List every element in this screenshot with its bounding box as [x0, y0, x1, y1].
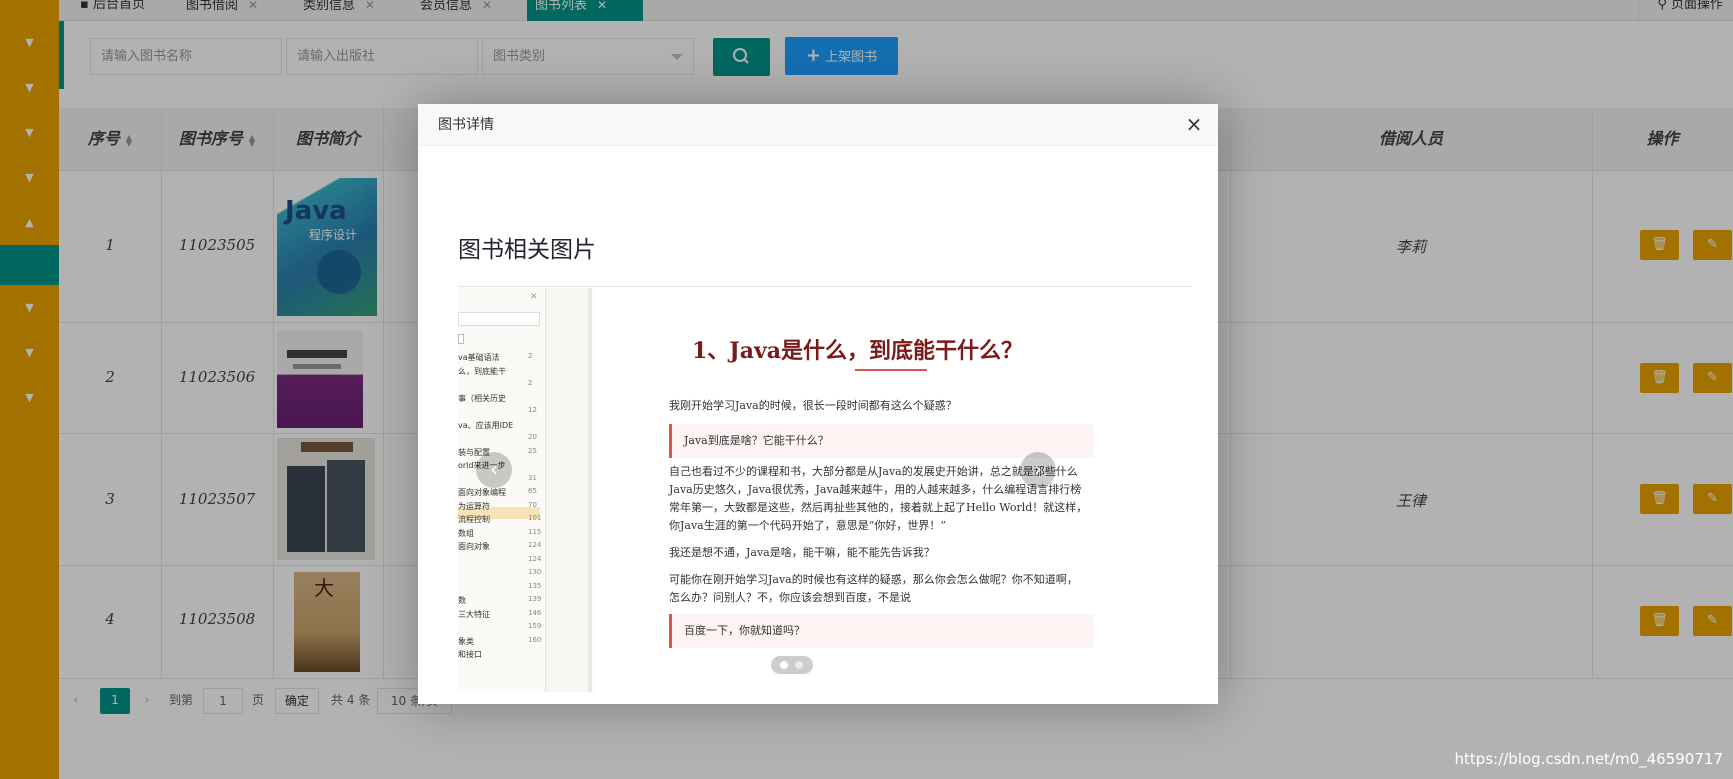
- toc-entry-label: 三大特征: [458, 609, 490, 619]
- toc-entry-label: 面向对象编程: [458, 488, 506, 497]
- book-detail-modal: 图书详情 × 图书相关图片 ✕ va基础语法 2 么，到底能干 2 事（相关历史 12 va…: [418, 104, 1218, 704]
- toc-entry-page: 65: [528, 487, 537, 495]
- carousel-image-doc: 1、Java是什么，到底能干什么？ 我刚开始学习Java的时候，很长一段时间都有…: [596, 288, 1192, 692]
- toc-entry-page: 2: [528, 379, 533, 387]
- toc-entry-page: 25: [528, 446, 537, 455]
- toc-entry-page: 124: [528, 541, 542, 549]
- toc-entry[interactable]: 12: [458, 406, 538, 418]
- toc-entry[interactable]: 124: [458, 554, 542, 567]
- toc-entry[interactable]: 20: [458, 433, 538, 445]
- modal-header: 图书详情 ×: [418, 104, 1218, 146]
- toc-entry-page: 135: [528, 581, 542, 590]
- toc-entry-label: 数: [458, 596, 466, 605]
- toc-entry-label: 象类: [458, 636, 474, 646]
- doc-title: 1、Java是什么，到底能干什么？: [692, 338, 1024, 364]
- toc-entry-page: 159: [528, 622, 542, 630]
- toc-entry-label: va基础语法: [458, 353, 500, 362]
- toc-entry[interactable]: 159: [458, 622, 542, 634]
- toc-entry-label: 流程控制: [458, 515, 490, 524]
- carousel-prev-button[interactable]: ‹: [476, 452, 512, 488]
- close-icon: ✕: [530, 292, 538, 302]
- doc-paragraph: 常年第一，大致都是这些，然后再扯些其他的，接着就上起了Hello World！就…: [669, 501, 1088, 514]
- doc-paragraph: 自己也看过不少的课程和书，大部分都是从Java的发展史开始讲，总之就是那些什么: [669, 465, 1078, 478]
- doc-quote: 百度一下，你就知道吗？: [669, 614, 1094, 648]
- modal-title: 图书详情: [438, 117, 494, 133]
- toc-entry[interactable]: 三大特征 146: [458, 608, 542, 621]
- toc-entry[interactable]: 数 139: [458, 595, 542, 607]
- toc-entry-label: 么，到底能干: [458, 366, 506, 376]
- carousel-next-button[interactable]: ›: [1020, 452, 1056, 488]
- toc-entry-label: 数组: [458, 528, 474, 538]
- toc-entry[interactable]: 为运算符 70: [458, 501, 538, 513]
- toc-entry[interactable]: 130: [458, 568, 542, 580]
- carousel-dot[interactable]: [795, 661, 803, 669]
- toc-entry-label: va、应该用IDE: [458, 420, 514, 430]
- toc-entry[interactable]: 数组 115: [458, 527, 542, 540]
- doc-paragraph: 你Java生涯的第一个代码开始了，意思是“你好，世界！”: [669, 519, 946, 532]
- watermark-text: https://blog.csdn.net/m0_46590717: [1454, 750, 1723, 768]
- divider: [458, 286, 1192, 287]
- close-icon[interactable]: ×: [1184, 114, 1204, 134]
- toc-entry-label: 和接口: [458, 650, 482, 659]
- toc-entry[interactable]: 象类 160: [458, 635, 542, 648]
- toc-entry[interactable]: 么，到底能干: [458, 366, 538, 378]
- toc-entry[interactable]: va、应该用IDE: [458, 420, 538, 432]
- toc-entry-page: 139: [528, 595, 542, 603]
- toc-entry-page: 130: [528, 568, 542, 576]
- carousel-dot[interactable]: [780, 661, 788, 669]
- section-heading: 图书相关图片: [458, 237, 596, 263]
- image-carousel[interactable]: ✕ va基础语法 2 么，到底能干 2 事（相关历史 12 va、应该用IDE 20 装与配置 2…: [458, 288, 1192, 692]
- doc-paragraph: Java历史悠久，Java很优秀，Java越来越牛，用的人越来越多，什么编程语言…: [669, 483, 1082, 496]
- doc-paragraph: 怎么办？问别人？不，你应该会想到百度，不是说: [669, 591, 911, 604]
- toc-entry-page: 115: [528, 527, 542, 536]
- doc-paragraph: 我刚开始学习Java的时候，很长一段时间都有这么个疑惑？: [669, 399, 957, 412]
- doc-paragraph: 我还是想不通，Java是啥，能干嘛，能不能先告诉我？: [669, 546, 935, 559]
- toc-entry[interactable]: 和接口: [458, 649, 538, 661]
- toc-entry-page: 12: [528, 406, 537, 414]
- carousel-indicator: [771, 656, 813, 674]
- toc-entry[interactable]: 流程控制 101: [458, 514, 542, 526]
- toc-entry-page: 124: [528, 554, 542, 563]
- toc-entry[interactable]: 面向对象 124: [458, 541, 542, 553]
- toc-entry-label: 面向对象: [458, 542, 490, 551]
- toc-entry-page: 101: [528, 514, 542, 522]
- toc-entry[interactable]: 2: [458, 379, 538, 391]
- toc-entry-page: 20: [528, 433, 537, 441]
- toc-entry[interactable]: va基础语法 2: [458, 352, 538, 364]
- toc-entry-label: 为运算符: [458, 501, 490, 511]
- toc-entry[interactable]: 面向对象编程 65: [458, 487, 538, 499]
- toc-entry[interactable]: 事（相关历史: [458, 393, 538, 405]
- toc-entry-label: 事（相关历史: [458, 393, 506, 403]
- toc-entry-page: 146: [528, 608, 542, 617]
- toc-entry[interactable]: 135: [458, 581, 542, 594]
- toc-entry-page: 70: [528, 500, 537, 509]
- toc-entry-page: 31: [528, 473, 537, 482]
- toc-entry-page: 160: [528, 635, 542, 644]
- doc-paragraph: 可能你在刚开始学习Java的时候也有这样的疑惑，那么你会怎么做呢？你不知道啊，: [669, 573, 1078, 586]
- toc-entry-page: 2: [528, 352, 533, 360]
